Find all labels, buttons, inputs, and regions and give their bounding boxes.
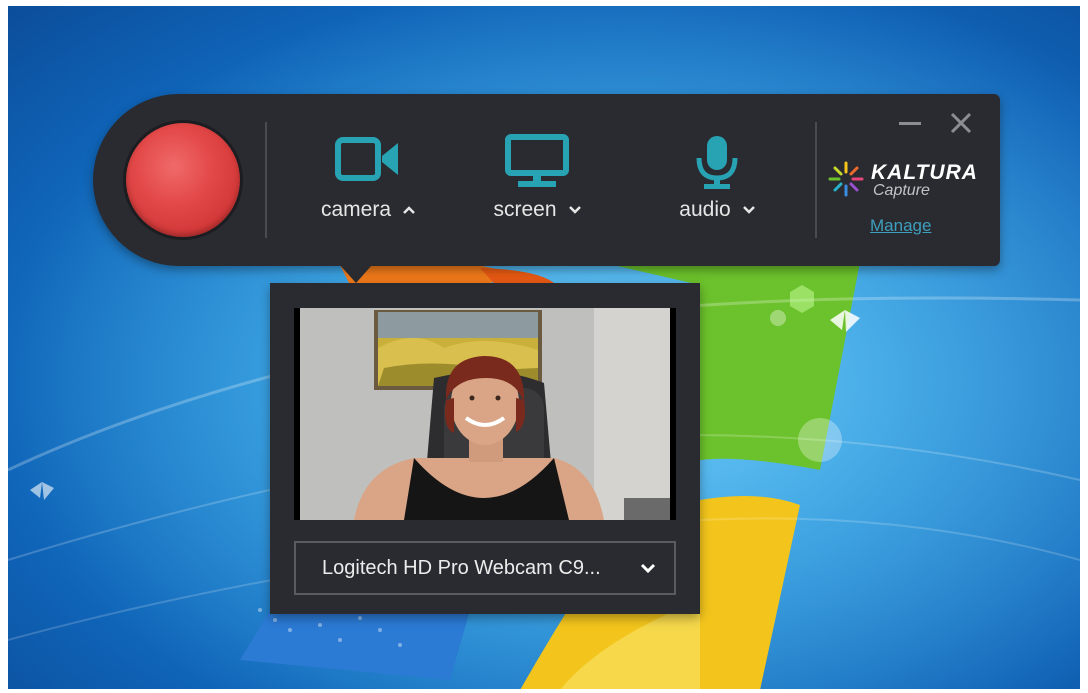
webcam-preview	[294, 308, 676, 520]
recorder-toolbar: camera screen audio KALTURA Capture Mana…	[93, 94, 1000, 266]
close-icon[interactable]	[950, 112, 972, 134]
camera-toggle[interactable]: camera	[298, 134, 438, 222]
camera-device-value: Logitech HD Pro Webcam C9...	[322, 556, 601, 579]
webcam-preview-image	[294, 308, 676, 520]
monitor-icon	[505, 134, 569, 187]
camera-device-select[interactable]: Logitech HD Pro Webcam C9...	[294, 541, 676, 595]
brand-subtitle: Capture	[873, 182, 930, 199]
microphone-icon	[696, 136, 738, 189]
manage-link[interactable]: Manage	[870, 216, 931, 236]
record-button[interactable]	[126, 123, 240, 237]
toolbar-divider-right	[815, 122, 817, 238]
chevron-down-icon[interactable]	[742, 204, 755, 216]
chevron-down-icon[interactable]	[568, 204, 581, 216]
audio-toggle[interactable]: audio	[647, 134, 787, 222]
chevron-down-icon[interactable]	[640, 562, 656, 574]
camera-label: camera	[320, 198, 392, 221]
video-camera-icon	[335, 137, 398, 181]
minimize-icon[interactable]	[897, 112, 923, 132]
toolbar-divider-left	[265, 122, 267, 238]
camera-popup: Logitech HD Pro Webcam C9...	[270, 283, 700, 614]
screen-label: screen	[493, 198, 557, 221]
chevron-up-icon[interactable]	[403, 204, 415, 216]
screen-toggle[interactable]: screen	[467, 134, 607, 222]
popup-pointer	[340, 265, 372, 283]
audio-label: audio	[679, 198, 731, 221]
kaltura-burst-icon	[828, 161, 864, 197]
kaltura-logo: KALTURA Capture	[826, 154, 986, 199]
